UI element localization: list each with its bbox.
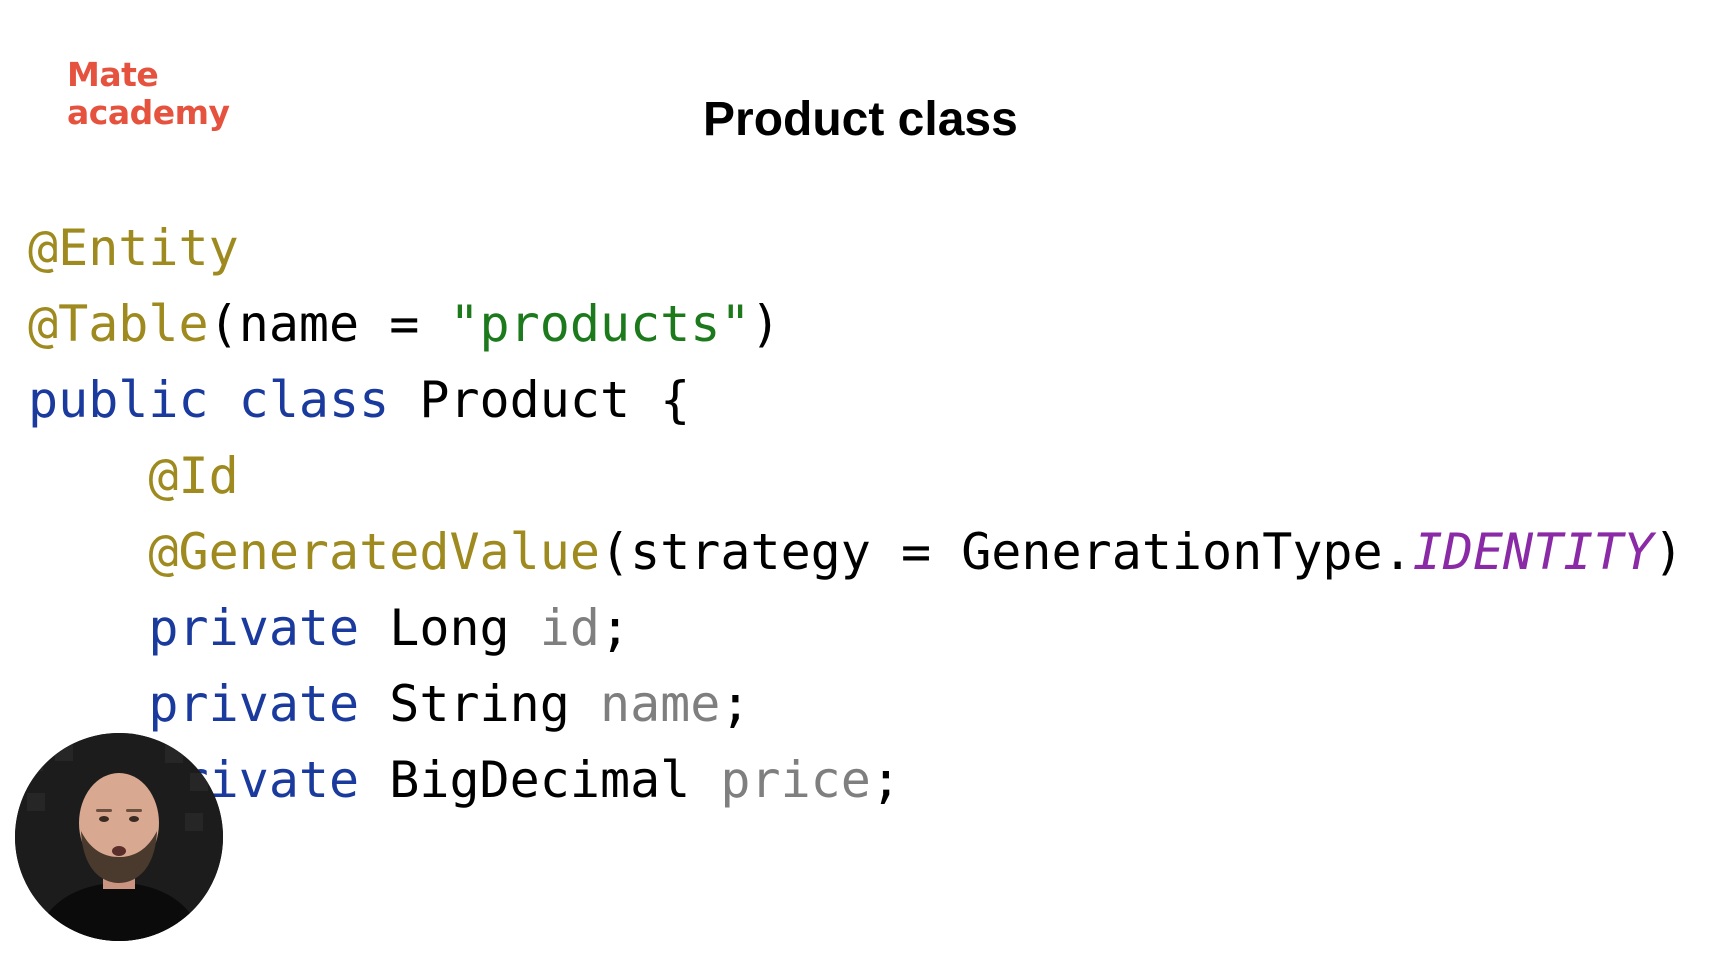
annotation-token: @Table <box>28 295 209 353</box>
presenter-video-icon <box>15 733 223 941</box>
code-line: @Table(name = "products") <box>28 286 1684 362</box>
code-line: private BigDecimal price; <box>28 742 1684 818</box>
code-line: @Id <box>28 438 1684 514</box>
constant-token: IDENTITY <box>1412 523 1654 581</box>
code-token: ) <box>750 295 781 353</box>
annotation-token: @GeneratedValue <box>148 523 600 581</box>
code-line: @GeneratedValue(strategy = GenerationTyp… <box>28 514 1684 590</box>
field-token: name <box>599 675 721 733</box>
code-token: BigDecimal <box>359 751 721 809</box>
keyword-token: private <box>148 675 360 733</box>
code-line: private Long id; <box>28 590 1684 666</box>
code-token: ) <box>1653 523 1684 581</box>
code-token: ; <box>720 675 751 733</box>
keyword-token: private <box>148 599 360 657</box>
code-token: Product { <box>389 371 691 429</box>
code-token: ; <box>599 599 631 657</box>
logo-line-1: Mate <box>67 55 159 94</box>
code-line: public class Product { <box>28 362 1684 438</box>
annotation-token: @Entity <box>28 219 239 277</box>
code-token: Long <box>359 599 540 657</box>
code-token: ; <box>870 751 901 809</box>
slide-title: Product class <box>703 93 1018 146</box>
code-token: (name = <box>208 295 450 353</box>
field-token: price <box>720 751 871 809</box>
annotation-token: @Id <box>148 447 239 505</box>
code-token: String <box>359 675 600 733</box>
logo-line-2: academy <box>67 93 230 132</box>
mate-academy-logo: Mate academy <box>67 56 230 132</box>
code-line: private String name; <box>28 666 1684 742</box>
code-block: @Entity @Table(name = "products") public c… <box>28 210 1684 818</box>
code-token: (strategy = GenerationType. <box>599 523 1413 581</box>
string-token: "products" <box>449 295 751 353</box>
field-token: id <box>539 599 600 657</box>
code-line: @Entity <box>28 210 1684 286</box>
keyword-token: public class <box>28 371 390 429</box>
presenter-figure <box>15 733 223 941</box>
